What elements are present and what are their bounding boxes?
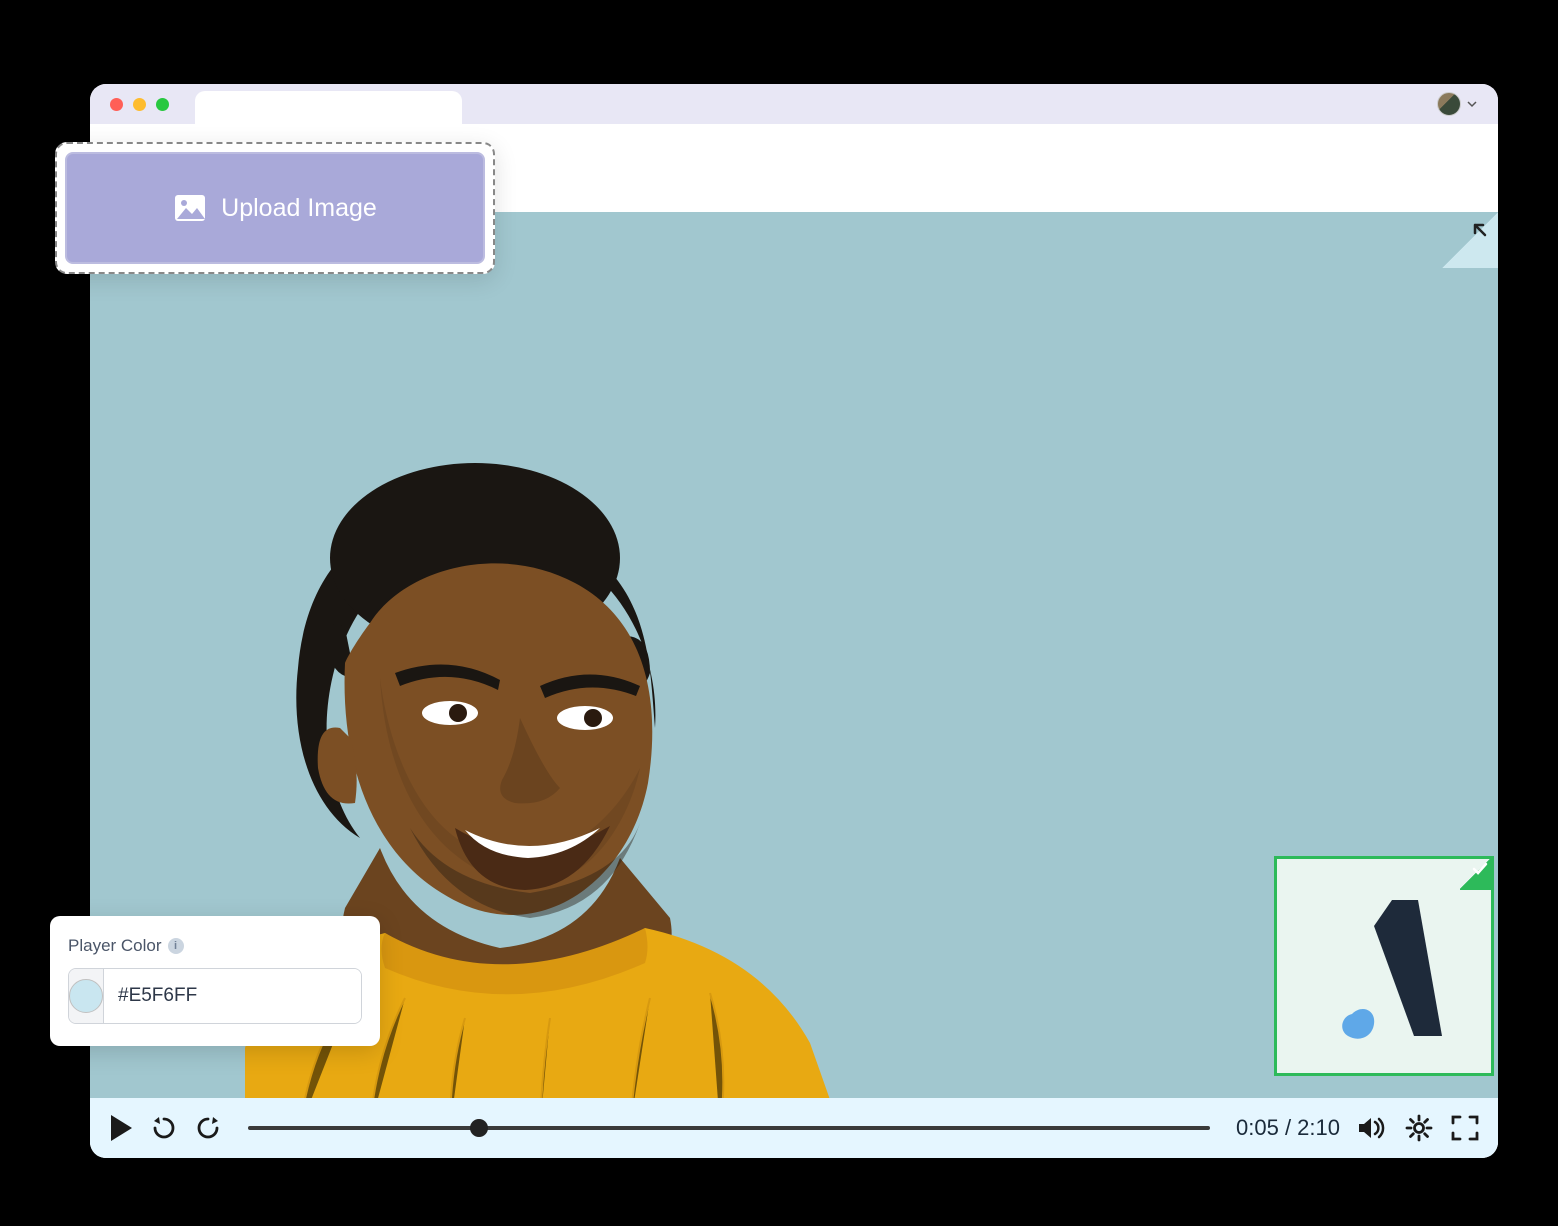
upload-image-label: Upload Image bbox=[221, 194, 377, 223]
window-minimize-button[interactable] bbox=[133, 98, 146, 111]
play-icon bbox=[108, 1113, 134, 1143]
browser-titlebar bbox=[90, 84, 1498, 124]
traffic-lights bbox=[110, 98, 169, 111]
player-color-panel: Player Color i bbox=[50, 916, 380, 1046]
chevron-down-icon bbox=[1466, 98, 1478, 110]
window-close-button[interactable] bbox=[110, 98, 123, 111]
redo-icon bbox=[194, 1114, 222, 1142]
corner-resize-tab[interactable] bbox=[1442, 212, 1498, 268]
check-icon bbox=[1471, 860, 1489, 878]
play-button[interactable] bbox=[108, 1113, 134, 1143]
user-menu[interactable] bbox=[1437, 92, 1478, 116]
brand-logo-icon bbox=[1314, 886, 1454, 1046]
color-swatch bbox=[69, 979, 103, 1013]
duration: 2:10 bbox=[1297, 1115, 1340, 1140]
time-display: 0:05 / 2:10 bbox=[1236, 1115, 1340, 1141]
upload-image-button[interactable]: Upload Image bbox=[65, 152, 485, 264]
player-color-label: Player Color bbox=[68, 936, 162, 956]
player-controls: 0:05 / 2:10 bbox=[90, 1098, 1498, 1158]
color-input[interactable] bbox=[68, 968, 362, 1024]
fullscreen-icon bbox=[1450, 1114, 1480, 1142]
arrow-top-left-icon bbox=[1470, 220, 1490, 240]
color-swatch-button[interactable] bbox=[69, 969, 104, 1023]
window-maximize-button[interactable] bbox=[156, 98, 169, 111]
forward-button[interactable] bbox=[194, 1114, 222, 1142]
rewind-button[interactable] bbox=[150, 1114, 178, 1142]
image-icon bbox=[173, 193, 207, 223]
current-time: 0:05 bbox=[1236, 1115, 1279, 1140]
progress-bar[interactable] bbox=[248, 1126, 1210, 1130]
fullscreen-button[interactable] bbox=[1450, 1114, 1480, 1142]
logo-overlay-card[interactable] bbox=[1274, 856, 1494, 1076]
volume-icon bbox=[1356, 1114, 1388, 1142]
upload-image-panel: Upload Image bbox=[55, 142, 495, 274]
volume-button[interactable] bbox=[1356, 1114, 1388, 1142]
info-icon[interactable]: i bbox=[168, 938, 184, 954]
progress-thumb[interactable] bbox=[470, 1119, 488, 1137]
gear-icon bbox=[1404, 1113, 1434, 1143]
undo-icon bbox=[150, 1114, 178, 1142]
browser-tab[interactable] bbox=[195, 91, 462, 124]
color-hex-input[interactable] bbox=[104, 969, 362, 1023]
avatar bbox=[1437, 92, 1461, 116]
settings-button[interactable] bbox=[1404, 1113, 1434, 1143]
